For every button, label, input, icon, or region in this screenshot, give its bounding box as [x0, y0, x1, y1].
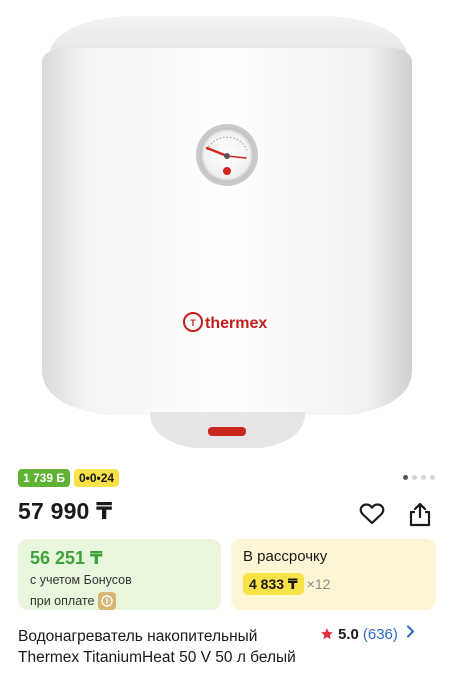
installment-title: В рассрочку — [243, 548, 328, 565]
pagination-dot[interactable] — [421, 475, 426, 480]
pagination-dot-active[interactable] — [403, 475, 408, 480]
installment-row: 4 833 ₸ ×12 — [243, 573, 424, 595]
product-image-gallery[interactable]: T thermex — [0, 0, 455, 462]
share-button[interactable] — [406, 500, 434, 528]
installment-card[interactable]: В рассрочку 4 833 ₸ ×12 — [231, 539, 436, 610]
bonus-caption-1: с учетом Бонусов — [30, 573, 132, 587]
installment-amount: 4 833 ₸ — [243, 573, 304, 595]
svg-text:thermex: thermex — [205, 315, 267, 332]
star-icon — [321, 628, 333, 640]
installment-months: ×12 — [306, 576, 331, 592]
heart-icon — [359, 503, 385, 525]
share-icon — [409, 502, 431, 527]
pagination-dot[interactable] — [430, 475, 435, 480]
water-heater-image: T thermex — [42, 16, 412, 448]
product-price: 57 990 ₸ — [18, 498, 113, 524]
installment-badge: 0•0•24 — [74, 469, 120, 487]
svg-text:T: T — [190, 318, 196, 328]
product-badges: 1 739 Б 0•0•24 — [18, 469, 120, 487]
coin-icon — [98, 592, 117, 610]
rating-link[interactable]: 5.0 (636) — [320, 625, 415, 643]
pagination-dot[interactable] — [412, 475, 417, 480]
review-count: (636) — [362, 625, 398, 643]
rating-value: 5.0 — [338, 625, 359, 643]
product-title: Водонагреватель накопительный Thermex Ti… — [18, 628, 296, 666]
bonus-badge: 1 739 Б — [18, 469, 70, 487]
chevron-right-icon — [406, 625, 415, 643]
gallery-pagination-dots — [403, 475, 435, 480]
bonus-price: 56 251 ₸ — [30, 548, 103, 568]
bonus-price-card[interactable]: 56 251 ₸ с учетом Бонусов при оплате — [18, 539, 221, 610]
bonus-caption-2: при оплате — [30, 593, 95, 608]
bonus-caption-2-row: при оплате — [30, 592, 209, 610]
favorite-button[interactable] — [358, 500, 386, 528]
